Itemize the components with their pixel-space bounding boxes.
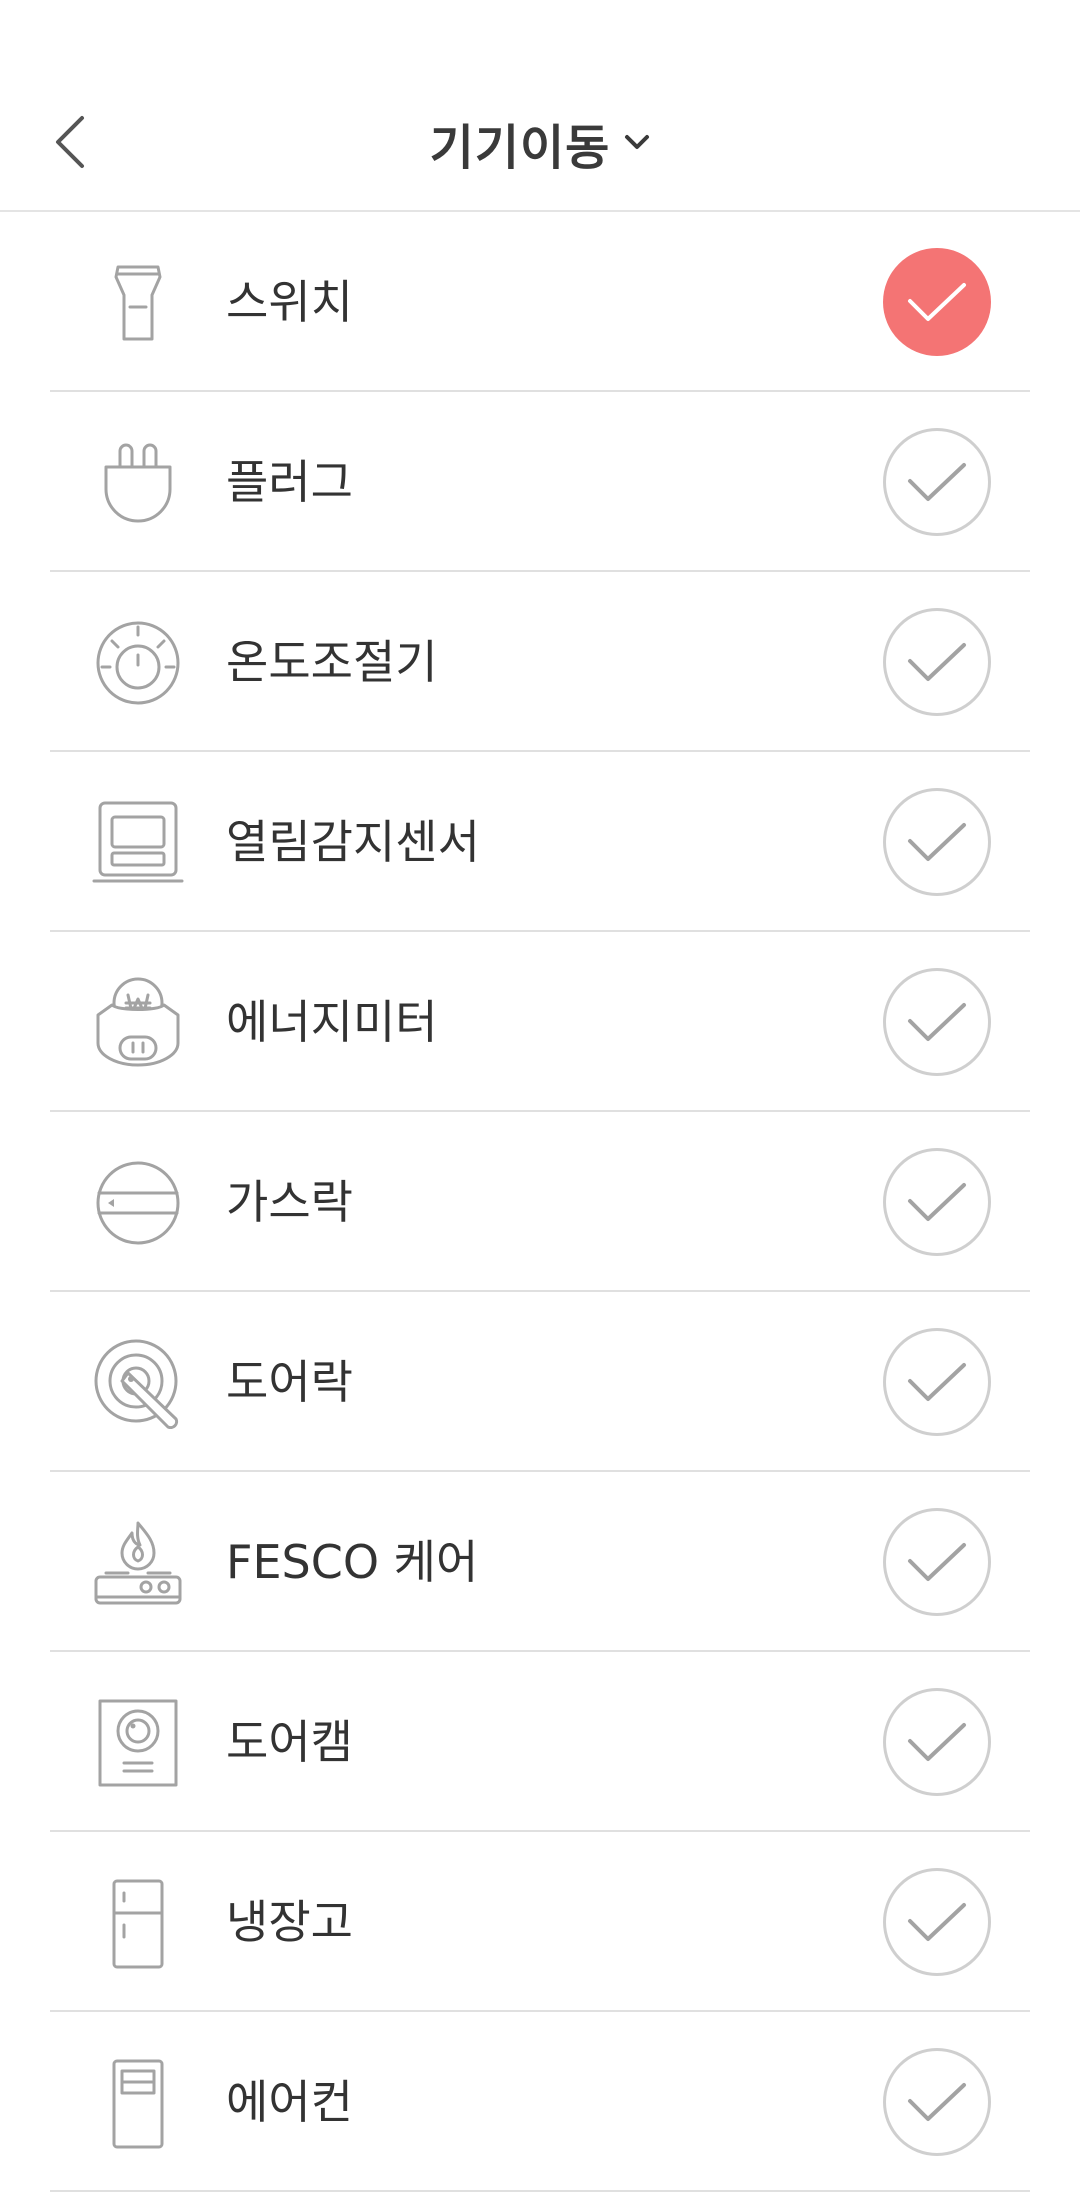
door-lock-icon xyxy=(92,1337,184,1429)
checkmark-icon xyxy=(908,2083,966,2121)
device-row[interactable]: 가스락 xyxy=(0,1112,1080,1292)
select-checkbox[interactable] xyxy=(883,1868,991,1976)
energy-meter-icon xyxy=(92,977,184,1069)
select-checkbox[interactable] xyxy=(883,2048,991,2156)
select-checkbox[interactable] xyxy=(883,1148,991,1256)
checkmark-icon xyxy=(908,1903,966,1941)
device-row[interactable]: 도어캠 xyxy=(0,1652,1080,1832)
device-row[interactable]: 스위치 xyxy=(0,212,1080,392)
checkmark-icon xyxy=(908,823,966,861)
door-sensor-icon xyxy=(92,797,184,889)
device-row[interactable]: 도어락 xyxy=(0,1292,1080,1472)
device-label: 도어캠 xyxy=(226,1715,353,1769)
checkmark-icon xyxy=(908,643,966,681)
device-row[interactable]: 온도조절기 xyxy=(0,572,1080,752)
checkmark-icon xyxy=(908,1363,966,1401)
device-label: 에너지미터 xyxy=(226,995,438,1049)
device-label: 열림감지센서 xyxy=(226,815,480,869)
select-checkbox[interactable] xyxy=(883,1328,991,1436)
device-row[interactable]: 에너지미터 xyxy=(0,932,1080,1112)
checkmark-icon xyxy=(908,1003,966,1041)
device-row[interactable]: 열림감지센서 xyxy=(0,752,1080,932)
device-label: 스위치 xyxy=(226,275,353,329)
device-row[interactable]: 에어컨 xyxy=(0,2012,1080,2192)
select-checkbox[interactable] xyxy=(883,968,991,1076)
checkmark-icon xyxy=(908,283,966,321)
air-conditioner-icon xyxy=(92,2057,184,2149)
gas-lock-icon xyxy=(92,1157,184,1249)
gas-stove-icon xyxy=(92,1517,184,1609)
select-checkbox[interactable] xyxy=(883,608,991,716)
app-header: 기기이동 xyxy=(0,0,1080,212)
device-row[interactable]: 냉장고 xyxy=(0,1832,1080,2012)
device-row[interactable]: 플러그 xyxy=(0,392,1080,572)
thermostat-icon xyxy=(92,617,184,709)
select-checkbox[interactable] xyxy=(883,428,991,536)
chevron-down-icon xyxy=(625,135,650,149)
select-checkbox[interactable] xyxy=(883,1508,991,1616)
device-row[interactable]: FESCO 케어 xyxy=(0,1472,1080,1652)
device-label: 온도조절기 xyxy=(226,635,438,689)
select-checkbox[interactable] xyxy=(883,1688,991,1796)
page-title: 기기이동 xyxy=(429,120,611,176)
checkmark-icon xyxy=(908,1723,966,1761)
select-checkbox[interactable] xyxy=(883,788,991,896)
plug-icon xyxy=(92,437,184,529)
switch-icon xyxy=(92,257,184,349)
title-dropdown[interactable]: 기기이동 xyxy=(0,108,1080,178)
checkmark-icon xyxy=(908,463,966,501)
device-label: 플러그 xyxy=(226,455,353,509)
device-label: 도어락 xyxy=(226,1355,353,1409)
select-checkbox[interactable] xyxy=(883,248,991,356)
refrigerator-icon xyxy=(92,1877,184,1969)
device-list: 스위치플러그온도조절기열림감지센서에너지미터가스락도어락 FESCO 케어도어캠냉… xyxy=(0,212,1080,2192)
checkmark-icon xyxy=(908,1543,966,1581)
device-label: 냉장고 xyxy=(226,1895,353,1949)
checkmark-icon xyxy=(908,1183,966,1221)
device-label: 에어컨 xyxy=(226,2075,353,2129)
device-label: 가스락 xyxy=(226,1175,353,1229)
door-cam-icon xyxy=(92,1697,184,1789)
device-label: FESCO 케어 xyxy=(226,1535,479,1589)
